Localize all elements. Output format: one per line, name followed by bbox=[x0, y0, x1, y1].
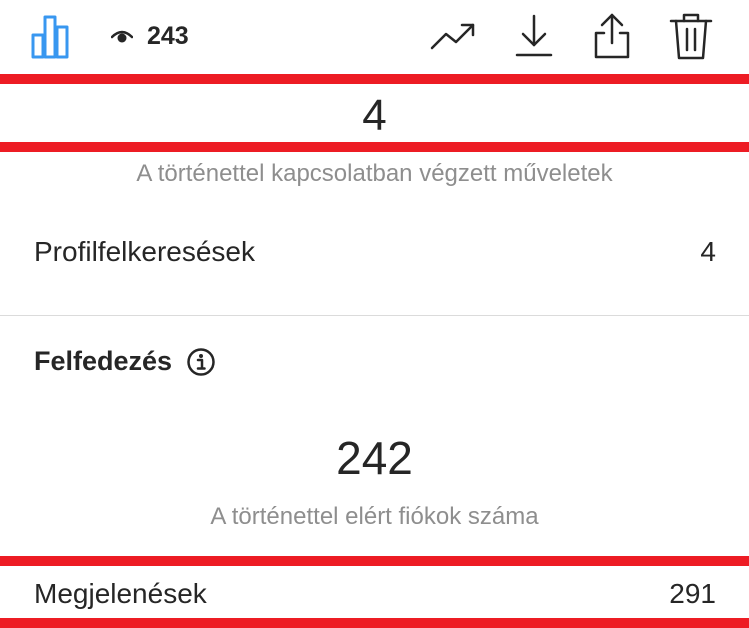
impressions-value: 291 bbox=[669, 578, 716, 609]
discovery-section-title: Felfedezés bbox=[34, 346, 216, 377]
eye-icon bbox=[111, 30, 133, 43]
trend-arrow-icon bbox=[430, 23, 475, 50]
trash-icon bbox=[669, 13, 713, 60]
list-item-profile-visits[interactable]: Profilfelkeresések 4 bbox=[34, 232, 716, 272]
share-icon bbox=[594, 13, 630, 59]
profile-visits-label: Profilfelkeresések bbox=[34, 236, 255, 267]
reach-count: 242 bbox=[336, 432, 413, 484]
highlight-line-top bbox=[0, 74, 749, 84]
highlight-line-bottom-2 bbox=[0, 618, 749, 628]
download-button[interactable] bbox=[509, 10, 559, 62]
download-icon bbox=[515, 14, 553, 57]
impressions-label: Megjelenések bbox=[34, 578, 207, 609]
bar-chart-icon[interactable] bbox=[31, 13, 71, 59]
interactions-total: 4 bbox=[362, 91, 387, 140]
section-divider bbox=[0, 315, 749, 316]
views-count: 243 bbox=[147, 22, 189, 50]
list-item-impressions[interactable]: Megjelenések 291 bbox=[34, 574, 716, 614]
info-icon[interactable] bbox=[186, 347, 216, 377]
reach-caption: A történettel elért fiókok száma bbox=[210, 503, 539, 530]
profile-visits-value: 4 bbox=[700, 236, 716, 267]
story-insights-toolbar: 243 bbox=[0, 0, 749, 74]
highlight-line-top-2 bbox=[0, 556, 749, 566]
trend-button[interactable] bbox=[428, 10, 478, 62]
highlight-line-bottom bbox=[0, 142, 749, 152]
views-indicator: 243 bbox=[111, 22, 189, 50]
discovery-title: Felfedezés bbox=[34, 346, 173, 376]
delete-button[interactable] bbox=[666, 10, 716, 62]
interactions-caption: A történettel kapcsolatban végzett művel… bbox=[136, 160, 613, 187]
share-button[interactable] bbox=[587, 10, 637, 62]
